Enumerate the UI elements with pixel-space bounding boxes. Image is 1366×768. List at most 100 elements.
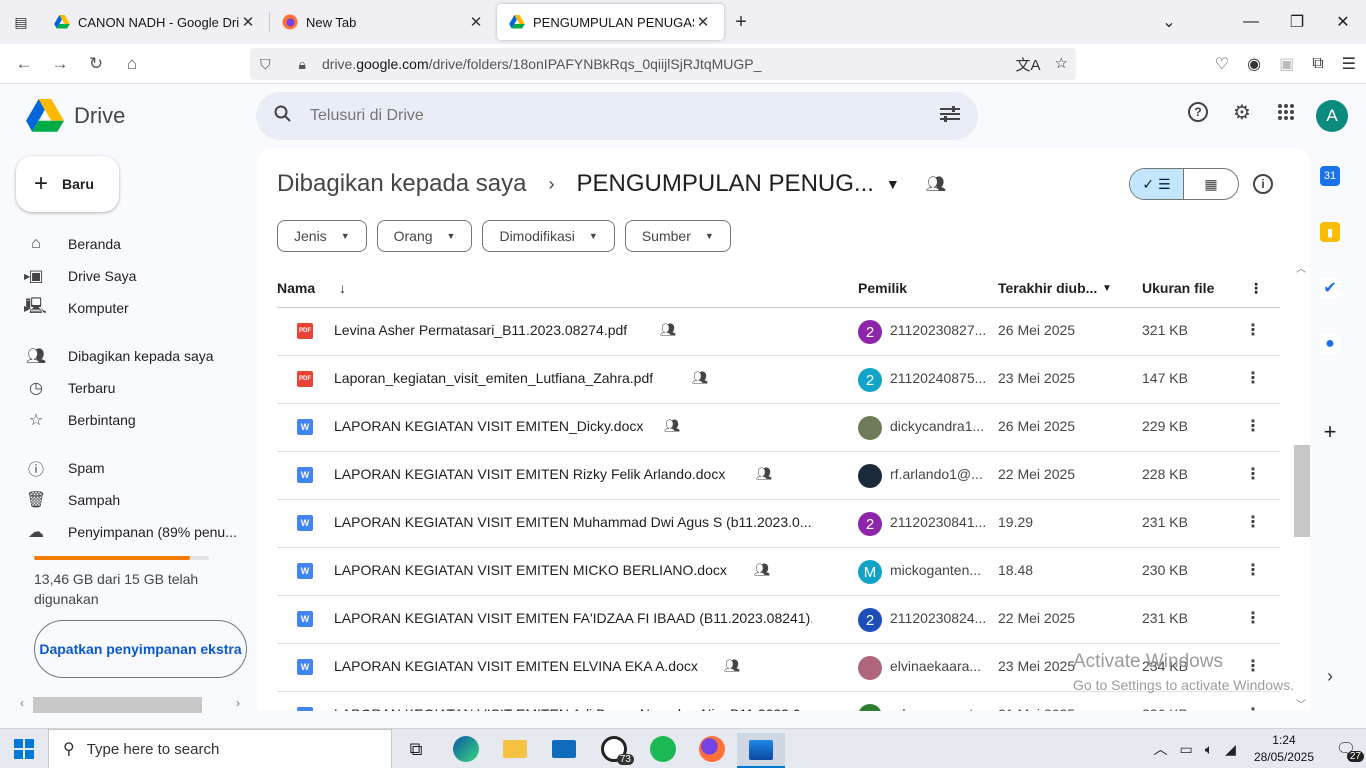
tasks-icon[interactable]: ✔ [1320,278,1340,298]
container-icon[interactable]: ▣ [1279,54,1294,74]
close-tab-icon[interactable]: ✕ [694,13,712,31]
more-actions-icon[interactable]: ⋮ [1245,560,1261,580]
file-row[interactable]: W LAPORAN KEGIATAN VISIT EMITEN Rizky Fel… [277,452,1280,500]
folder-dropdown-icon[interactable]: ▼ [886,176,900,192]
task-view-icon[interactable]: ⧉ [392,733,440,765]
browser-tab-newtab[interactable]: New Tab ✕ [270,4,497,40]
file-name[interactable]: LAPORAN KEGIATAN VISIT EMITEN ELVINA EKA… [334,658,698,674]
file-name[interactable]: LAPORAN KEGIATAN VISIT EMITEN FA'IDZAA F… [334,610,812,626]
tab-list-icon[interactable]: ▤ [0,0,42,44]
file-row[interactable]: PDF Laporan_kegiatan_visit_emiten_Lutfian… [277,356,1280,404]
file-name[interactable]: LAPORAN KEGIATAN VISIT EMITEN_Dicky.docx [334,418,643,434]
scroll-left-icon[interactable]: ‹ [20,696,24,710]
edge-icon[interactable] [442,733,490,765]
sidebar-item-shared-with-me[interactable]: 👥︎ Dibagikan kepada saya [26,342,214,370]
file-row[interactable]: W LAPORAN KEGIATAN VISIT EMITEN Adi Bagus… [277,692,1280,711]
search-input[interactable] [310,107,910,125]
browser-tab-drive[interactable]: CANON NADH - Google Drive ✕ [42,4,269,40]
photos-icon[interactable] [737,733,785,768]
pocket-icon[interactable]: ♡ [1215,54,1229,74]
minimize-icon[interactable]: — [1228,13,1274,31]
browser-tab-pengumpulan[interactable]: PENGUMPULAN PENUGASAN \ ✕ [497,4,724,40]
reload-icon[interactable]: ↻ [78,54,114,74]
breadcrumb-parent[interactable]: Dibagikan kepada saya [277,170,527,198]
shared-folder-icon[interactable]: 👥︎ [926,174,946,194]
battery-icon[interactable]: ▭ [1180,741,1193,758]
search-bar[interactable] [256,92,978,140]
file-name[interactable]: LAPORAN KEGIATAN VISIT EMITEN Muhammad D… [334,514,811,530]
shield-icon[interactable]: ⛉ [260,56,271,73]
sidebar-item-starred[interactable]: ☆ Berbintang [26,406,136,434]
file-row[interactable]: W LAPORAN KEGIATAN VISIT EMITEN Muhammad … [277,500,1280,548]
tab-overflow-chevron-icon[interactable]: ⌄ [1146,12,1192,32]
whatsapp-icon[interactable]: 73 [590,733,638,765]
scroll-right-icon[interactable]: › [236,696,240,710]
settings-gear-icon[interactable]: ⚙ [1230,100,1254,124]
windows-start-icon[interactable] [14,739,34,759]
new-button[interactable]: + Baru [16,156,119,212]
sidebar-item-computers[interactable]: ▶ 🖳︎ Komputer [24,294,129,322]
close-window-icon[interactable]: ✕ [1320,12,1366,32]
back-icon[interactable]: ← [6,54,42,74]
home-page-icon[interactable]: ⌂ [114,54,150,74]
scrollbar-thumb[interactable] [33,697,202,713]
add-addon-icon[interactable]: + [1320,419,1340,444]
file-row[interactable]: W LAPORAN KEGIATAN VISIT EMITEN_Dicky.doc… [277,404,1280,452]
translate-icon[interactable]: 文A [1016,54,1041,75]
column-more-icon[interactable]: ⋮ [1249,280,1263,297]
file-name[interactable]: Laporan_kegiatan_visit_emiten_Lutfiana_Z… [334,370,653,386]
more-actions-icon[interactable]: ⋮ [1245,320,1261,340]
extensions-icon[interactable]: ⧉ [1312,55,1323,73]
more-actions-icon[interactable]: ⋮ [1245,608,1261,628]
scroll-down-icon[interactable]: ﹀ [1296,696,1306,711]
volume-icon[interactable]: 🔈︎ [1205,741,1213,758]
taskbar-clock[interactable]: 1:24 28/05/2025 [1254,732,1314,766]
breadcrumb-current-folder[interactable]: PENGUMPULAN PENUG... [577,170,874,198]
sidebar-horizontal-scrollbar[interactable]: ‹ › [0,695,256,715]
calendar-icon[interactable]: 31 [1320,166,1340,186]
sidebar-item-spam[interactable]: ⓘ Spam [26,454,105,482]
sort-caret-down-icon[interactable]: ▼ [1102,283,1112,294]
tray-chevron-up-icon[interactable]: ︿ [1154,739,1168,759]
taskbar-search-box[interactable]: ⚲ Type here to search [48,729,392,768]
restore-icon[interactable]: ❐ [1274,12,1320,32]
keep-icon[interactable]: ▮ [1320,222,1340,242]
mail-icon[interactable] [540,733,588,765]
sidebar-item-storage[interactable]: ☁ Penyimpanan (89% penu... [26,518,237,546]
menu-icon[interactable]: ☰ [1342,54,1356,74]
notification-center-icon[interactable]: 🗨︎ 27 [1326,739,1366,762]
file-row[interactable]: W LAPORAN KEGIATAN VISIT EMITEN MICKO BER… [277,548,1280,596]
more-actions-icon[interactable]: ⋮ [1245,368,1261,388]
column-modified-header[interactable]: Terakhir diub... [998,280,1097,296]
sidebar-item-recent[interactable]: ◷ Terbaru [26,374,115,402]
scroll-up-icon[interactable]: ︿ [1296,260,1306,275]
column-owner-header[interactable]: Pemilik [858,280,907,296]
file-row[interactable]: W LAPORAN KEGIATAN VISIT EMITEN FA'IDZAA … [277,596,1280,644]
account-avatar[interactable]: A [1316,100,1348,132]
help-icon[interactable]: ? [1186,100,1210,124]
more-actions-icon[interactable]: ⋮ [1245,464,1261,484]
search-icon[interactable] [274,105,292,128]
sidebar-item-home[interactable]: ⌂ Beranda [26,230,121,258]
more-actions-icon[interactable]: ⋮ [1245,416,1261,436]
file-row[interactable]: PDF Levina Asher Permatasari_B11.2023.082… [277,308,1280,356]
sidebar-item-my-drive[interactable]: ▶ ▣ Drive Saya [24,262,136,290]
url-bar[interactable]: ⛉ 🔒︎ drive.google.com/drive/folders/18on… [250,48,1076,80]
search-options-icon[interactable] [940,105,960,127]
expand-arrow-icon[interactable]: ▶ [24,304,30,313]
column-size-header[interactable]: Ukuran file [1142,280,1214,296]
filter-type-chip[interactable]: Jenis ▼ [277,220,367,252]
get-more-storage-button[interactable]: Dapatkan penyimpanan ekstra [34,620,247,678]
bookmark-star-icon[interactable]: ☆ [1055,54,1068,75]
contacts-icon[interactable]: ● [1320,334,1340,354]
network-icon[interactable]: ◢ [1225,741,1236,758]
file-name[interactable]: LAPORAN KEGIATAN VISIT EMITEN Adi Bagus … [334,706,812,711]
sort-arrow-down-icon[interactable]: ↓ [339,280,346,296]
grid-view-button[interactable]: ▦ [1184,169,1238,199]
forward-icon[interactable]: → [42,54,78,74]
spotify-icon[interactable] [639,733,687,765]
column-name-header[interactable]: Nama [277,280,315,296]
filter-source-chip[interactable]: Sumber ▼ [624,220,731,252]
close-tab-icon[interactable]: ✕ [239,13,257,31]
more-actions-icon[interactable]: ⋮ [1245,704,1261,711]
